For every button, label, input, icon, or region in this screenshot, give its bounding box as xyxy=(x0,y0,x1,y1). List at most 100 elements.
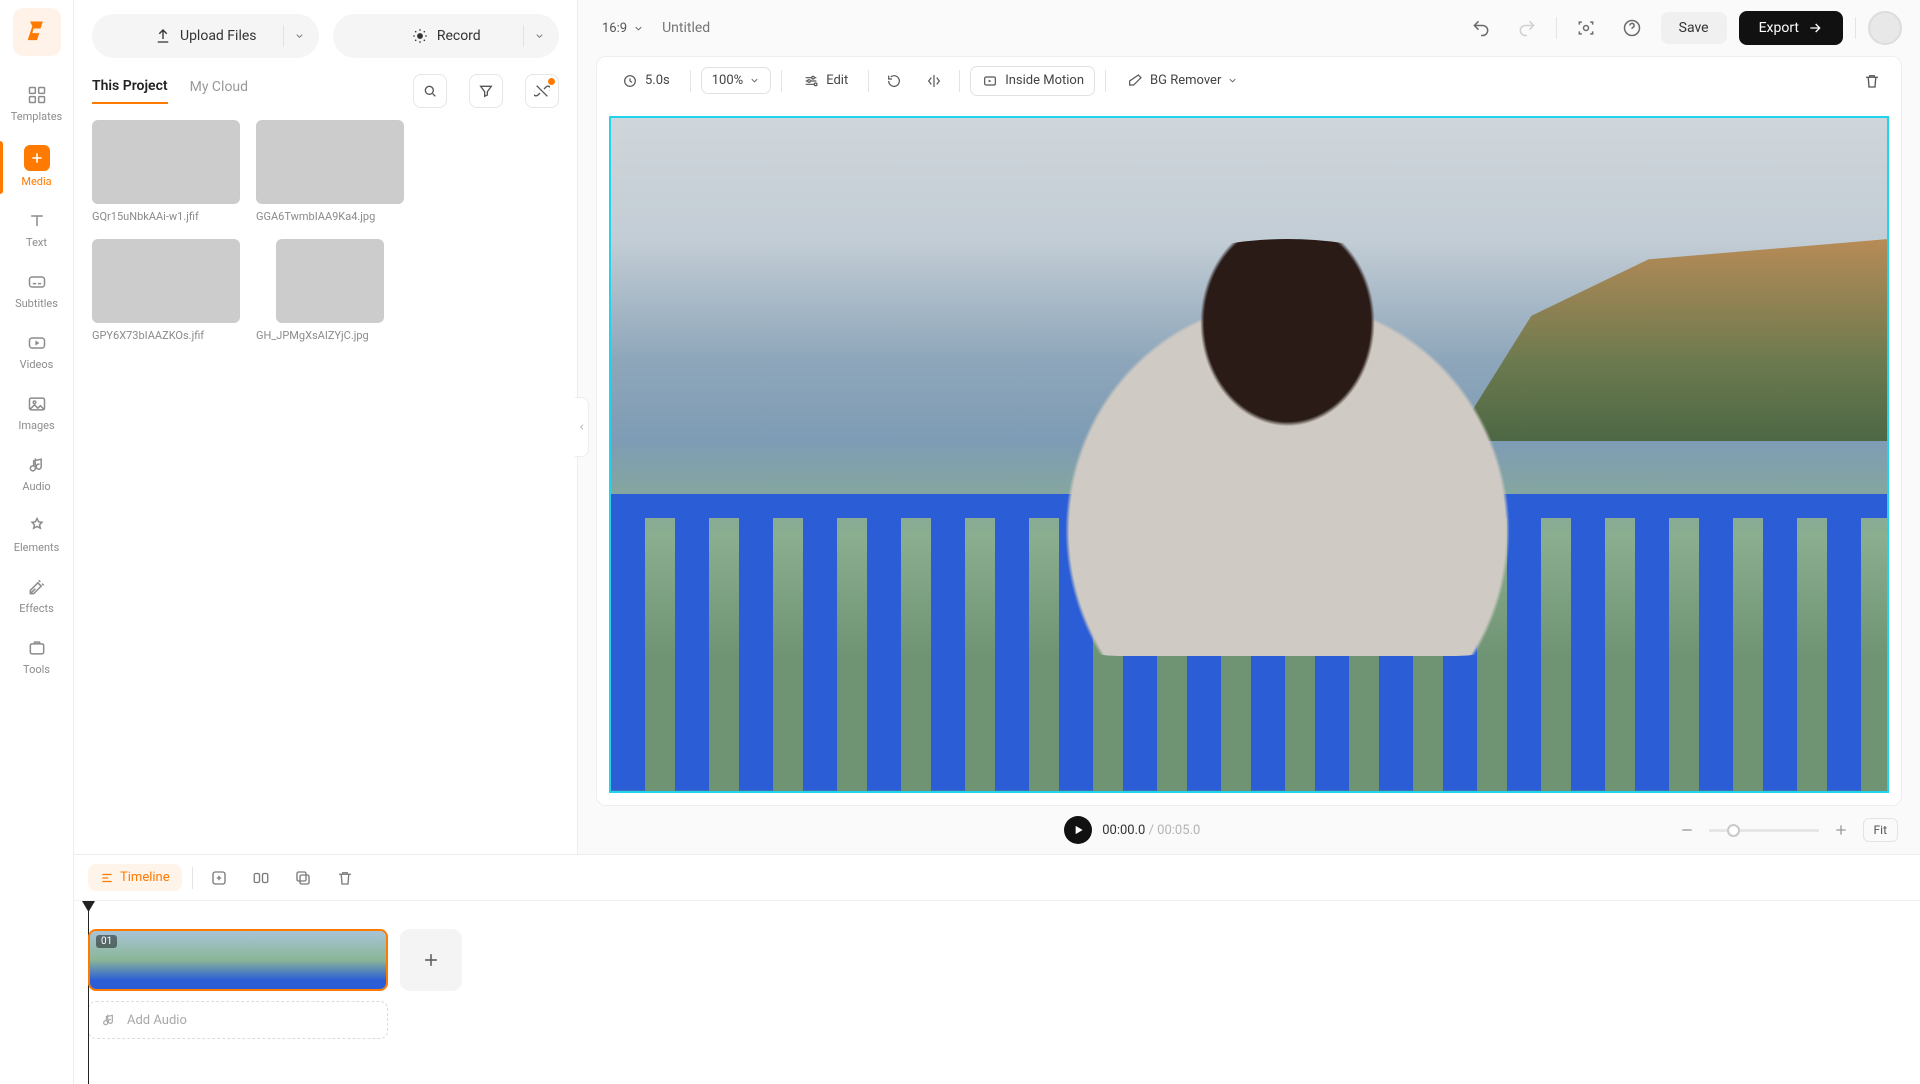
flip-button[interactable] xyxy=(919,67,949,95)
upload-files-button[interactable]: Upload Files xyxy=(92,14,319,58)
timeline-section: Timeline 01 xyxy=(74,854,1920,1084)
file-name: GH_JPMgXsAIZYjC.jpg xyxy=(256,329,404,342)
fit-button[interactable]: Fit xyxy=(1863,818,1898,842)
divider xyxy=(868,70,869,92)
record-button[interactable]: Record xyxy=(333,14,560,58)
capture-icon xyxy=(1576,18,1596,38)
split-button[interactable] xyxy=(245,862,277,894)
chevron-down-icon xyxy=(1227,75,1238,86)
filter-button[interactable] xyxy=(469,74,503,108)
zoom-value: 100% xyxy=(712,73,743,88)
plus-icon xyxy=(1833,822,1849,838)
timeline-controls: Timeline xyxy=(74,855,1920,901)
chevron-down-icon[interactable] xyxy=(283,25,305,47)
nav-label: Templates xyxy=(11,110,62,123)
video-clip[interactable]: 01 xyxy=(88,929,388,991)
nav-effects[interactable]: Effects xyxy=(0,566,73,627)
ratio-value: 16:9 xyxy=(602,21,627,36)
zoom-select[interactable]: 100% xyxy=(701,67,771,94)
elements-icon xyxy=(26,515,48,537)
duplicate-button[interactable] xyxy=(287,862,319,894)
playhead[interactable] xyxy=(88,901,89,1084)
chevron-down-icon xyxy=(633,23,644,34)
media-item[interactable]: GQr15uNbkAAi-w1.jfif xyxy=(92,120,240,223)
nav-videos[interactable]: Videos xyxy=(0,322,73,383)
sliders-icon xyxy=(802,72,820,90)
flip-icon xyxy=(925,72,943,90)
audio-icon xyxy=(26,454,48,476)
inside-motion-button[interactable]: Inside Motion xyxy=(970,66,1095,96)
add-audio-label: Add Audio xyxy=(127,1013,187,1028)
timeline-body[interactable]: 01 Add Audio xyxy=(74,901,1920,1084)
export-button[interactable]: Export xyxy=(1739,11,1843,45)
project-title-input[interactable] xyxy=(662,20,862,36)
images-icon xyxy=(26,393,48,415)
nav-subtitles[interactable]: Subtitles xyxy=(0,261,73,322)
canvas-preview[interactable] xyxy=(609,116,1889,793)
duration-chip[interactable]: 5.0s xyxy=(611,67,680,95)
redo-button[interactable] xyxy=(1510,11,1544,45)
nav-label: Tools xyxy=(23,663,50,676)
collapse-panel-button[interactable] xyxy=(575,397,589,457)
zoom-slider-thumb[interactable] xyxy=(1727,824,1740,837)
media-thumbnails: GQr15uNbkAAi-w1.jfif GGA6TwmbIAA9Ka4.jpg… xyxy=(74,116,577,346)
text-icon xyxy=(26,210,48,232)
nav-label: Audio xyxy=(22,480,50,493)
edit-button[interactable]: Edit xyxy=(792,67,858,95)
nav-images[interactable]: Images xyxy=(0,383,73,444)
file-name: GQr15uNbkAAi-w1.jfif xyxy=(92,210,240,223)
timeline-mode-button[interactable]: Timeline xyxy=(88,864,182,891)
bg-remover-button[interactable]: BG Remover xyxy=(1116,67,1248,95)
add-track-button[interactable] xyxy=(203,862,235,894)
nav-templates[interactable]: Templates xyxy=(0,74,73,135)
thumbnail-image xyxy=(92,239,240,323)
zoom-out-button[interactable] xyxy=(1675,818,1699,842)
add-audio-button[interactable]: Add Audio xyxy=(88,1001,388,1039)
unlink-icon xyxy=(534,83,550,99)
preview-container xyxy=(596,104,1902,806)
subtitles-icon xyxy=(26,271,48,293)
aspect-ratio-select[interactable]: 16:9 xyxy=(596,17,650,40)
media-item[interactable]: GPY6X73bIAAZKOs.jfif xyxy=(92,239,240,342)
clock-icon xyxy=(621,72,639,90)
save-button[interactable]: Save xyxy=(1661,12,1727,44)
nav-tools[interactable]: Tools xyxy=(0,627,73,688)
tab-this-project[interactable]: This Project xyxy=(92,78,168,104)
add-clip-button[interactable] xyxy=(400,929,462,991)
rotate-button[interactable] xyxy=(879,67,909,95)
app-logo[interactable] xyxy=(13,8,61,56)
trash-icon xyxy=(1863,72,1881,90)
upload-icon xyxy=(154,27,172,45)
record-icon xyxy=(411,27,429,45)
delete-clip-button[interactable] xyxy=(1857,67,1887,95)
media-panel: Upload Files Record This Project My Clou… xyxy=(74,0,578,854)
capture-button[interactable] xyxy=(1569,11,1603,45)
play-button[interactable] xyxy=(1064,816,1092,844)
nav-elements[interactable]: Elements xyxy=(0,505,73,566)
help-button[interactable] xyxy=(1615,11,1649,45)
zoom-slider[interactable] xyxy=(1709,829,1819,832)
search-button[interactable] xyxy=(413,74,447,108)
file-name: GGA6TwmbIAA9Ka4.jpg xyxy=(256,210,404,223)
delete-track-button[interactable] xyxy=(329,862,361,894)
chevron-down-icon[interactable] xyxy=(523,25,545,47)
zoom-in-button[interactable] xyxy=(1829,818,1853,842)
nav-rail: Templates Media Text Subtitles Videos Im… xyxy=(0,0,74,1084)
media-item[interactable]: GH_JPMgXsAIZYjC.jpg xyxy=(256,239,404,342)
record-label: Record xyxy=(437,28,481,44)
redo-icon xyxy=(1517,18,1537,38)
user-avatar[interactable] xyxy=(1868,11,1902,45)
nav-media[interactable]: Media xyxy=(0,135,73,200)
undo-button[interactable] xyxy=(1464,11,1498,45)
nav-audio[interactable]: Audio xyxy=(0,444,73,505)
filter-icon xyxy=(478,83,494,99)
nav-label: Subtitles xyxy=(15,297,58,310)
preview-image xyxy=(1007,239,1568,656)
media-item[interactable]: GGA6TwmbIAA9Ka4.jpg xyxy=(256,120,404,223)
nav-text[interactable]: Text xyxy=(0,200,73,261)
tab-my-cloud[interactable]: My Cloud xyxy=(190,79,248,103)
divider xyxy=(959,70,960,92)
motion-icon xyxy=(981,72,999,90)
plus-icon xyxy=(421,950,441,970)
unlink-button[interactable] xyxy=(525,74,559,108)
